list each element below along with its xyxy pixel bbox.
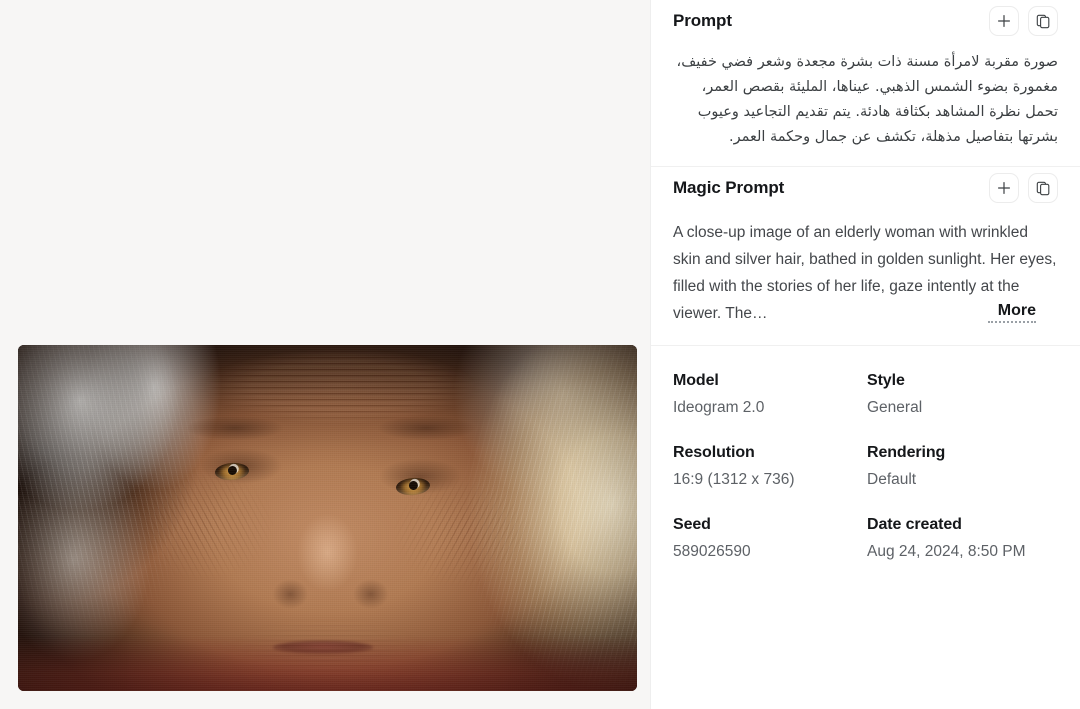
metadata-label: Model xyxy=(673,372,719,389)
copy-icon xyxy=(1036,181,1051,196)
plus-icon xyxy=(997,181,1011,195)
image-viewer-pane xyxy=(0,0,650,709)
portrait-grain xyxy=(18,345,637,691)
copy-icon xyxy=(1036,14,1051,29)
magic-prompt-more-link[interactable]: More xyxy=(987,301,1036,323)
metadata-section: Model Ideogram 2.0 Style General Resolut… xyxy=(651,346,1080,588)
magic-prompt-copy-button[interactable] xyxy=(1028,173,1058,203)
metadata-item-style: Style General xyxy=(867,372,1058,444)
metadata-value: General xyxy=(867,399,923,416)
metadata-item-date-created: Date created Aug 24, 2024, 8:50 PM xyxy=(867,516,1058,588)
metadata-label: Rendering xyxy=(867,444,946,461)
prompt-copy-button[interactable] xyxy=(1028,6,1058,36)
metadata-item-resolution: Resolution 16:9 (1312 x 736) xyxy=(673,444,867,516)
prompt-text[interactable]: صورة مقربة لامرأة مسنة ذات بشرة مجعدة وش… xyxy=(673,42,1058,166)
metadata-item-rendering: Rendering Default xyxy=(867,444,1058,516)
metadata-label: Resolution xyxy=(673,444,755,461)
magic-prompt-actions xyxy=(989,173,1058,203)
magic-prompt-body: A close-up image of an elderly woman wit… xyxy=(673,209,1058,345)
prompt-section: Prompt صورة مقربة لامرأة مسنة ذات بشرة م… xyxy=(651,0,1080,166)
metadata-item-seed: Seed 589026590 xyxy=(673,516,867,588)
metadata-label: Style xyxy=(867,372,905,389)
magic-prompt-section-header: Magic Prompt xyxy=(673,167,1058,209)
metadata-value: 16:9 (1312 x 736) xyxy=(673,471,795,488)
details-pane: Prompt صورة مقربة لامرأة مسنة ذات بشرة م… xyxy=(650,0,1080,709)
prompt-title: Prompt xyxy=(673,11,732,30)
metadata-value: 589026590 xyxy=(673,543,751,560)
metadata-value: Default xyxy=(867,471,917,488)
magic-prompt-add-button[interactable] xyxy=(989,173,1019,203)
prompt-section-header: Prompt xyxy=(673,0,1058,42)
metadata-label: Seed xyxy=(673,516,711,533)
metadata-value: Aug 24, 2024, 8:50 PM xyxy=(867,543,1026,560)
metadata-label: Date created xyxy=(867,516,962,533)
magic-prompt-section: Magic Prompt A close-up image of an elde… xyxy=(651,167,1080,345)
metadata-grid: Model Ideogram 2.0 Style General Resolut… xyxy=(673,346,1058,588)
prompt-add-button[interactable] xyxy=(989,6,1019,36)
generated-image[interactable] xyxy=(18,345,637,691)
metadata-item-model: Model Ideogram 2.0 xyxy=(673,372,867,444)
prompt-actions xyxy=(989,6,1058,36)
metadata-value: Ideogram 2.0 xyxy=(673,399,765,416)
plus-icon xyxy=(997,14,1011,28)
magic-prompt-title: Magic Prompt xyxy=(673,178,785,197)
image-detail-screen: Prompt صورة مقربة لامرأة مسنة ذات بشرة م… xyxy=(0,0,1080,709)
